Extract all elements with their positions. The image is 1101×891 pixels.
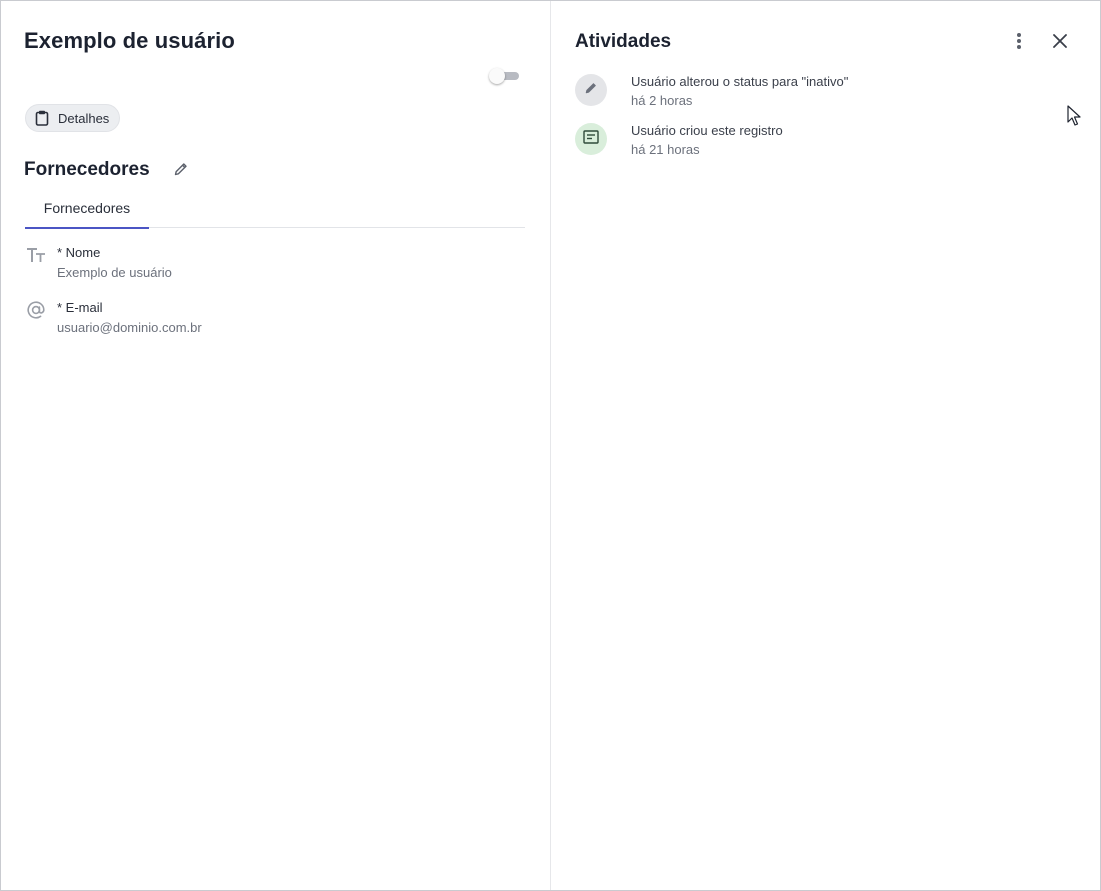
- activity-text: Usuário alterou o status para "inativo": [631, 74, 849, 89]
- tab-fornecedores[interactable]: Fornecedores: [25, 197, 149, 229]
- pencil-icon: [173, 161, 189, 182]
- section-title: Fornecedores: [24, 159, 150, 180]
- text-type-icon: [25, 244, 47, 266]
- activity-time: há 2 horas: [631, 93, 693, 108]
- activity-avatar: [575, 74, 607, 106]
- record-title: Exemplo de usuário: [24, 28, 235, 53]
- toggle-knob: [489, 68, 505, 84]
- field-value[interactable]: Exemplo de usuário: [57, 265, 172, 280]
- activity-item: Usuário alterou o status para "inativo" …: [575, 74, 1055, 114]
- field-label: * E-mail: [57, 300, 103, 315]
- status-toggle[interactable]: [489, 68, 521, 84]
- more-vertical-icon: [1016, 32, 1022, 55]
- activity-panel: Atividades Usuário alterou o status para…: [551, 1, 1101, 890]
- clipboard-icon: [34, 110, 50, 126]
- details-chip[interactable]: Detalhes: [25, 104, 121, 132]
- field-label: * Nome: [57, 245, 101, 260]
- edit-section-button[interactable]: [171, 161, 191, 181]
- details-chip-label: Detalhes: [58, 110, 110, 126]
- section-tabs: Fornecedores: [25, 197, 525, 229]
- field-value[interactable]: usuario@dominio.com.br: [57, 320, 202, 335]
- active-tab-indicator: [25, 227, 149, 229]
- at-sign-icon: [25, 299, 47, 321]
- pencil-icon: [584, 81, 598, 100]
- close-icon: [1053, 33, 1067, 53]
- activity-avatar: [575, 123, 607, 155]
- record-drawer: Exemplo de usuário Detalhes Fornecedores: [0, 0, 1101, 891]
- activity-title: Atividades: [575, 31, 672, 52]
- tab-label: Fornecedores: [43, 200, 131, 216]
- close-button[interactable]: [1048, 31, 1072, 55]
- activity-item: Usuário criou este registro há 21 horas: [575, 123, 1055, 163]
- activity-time: há 21 horas: [631, 142, 700, 157]
- mouse-cursor-icon: [1067, 105, 1081, 127]
- more-options-button[interactable]: [1007, 31, 1031, 55]
- activity-text: Usuário criou este registro: [631, 123, 783, 138]
- note-icon: [583, 129, 599, 149]
- record-details-panel: Exemplo de usuário Detalhes Fornecedores: [1, 1, 550, 890]
